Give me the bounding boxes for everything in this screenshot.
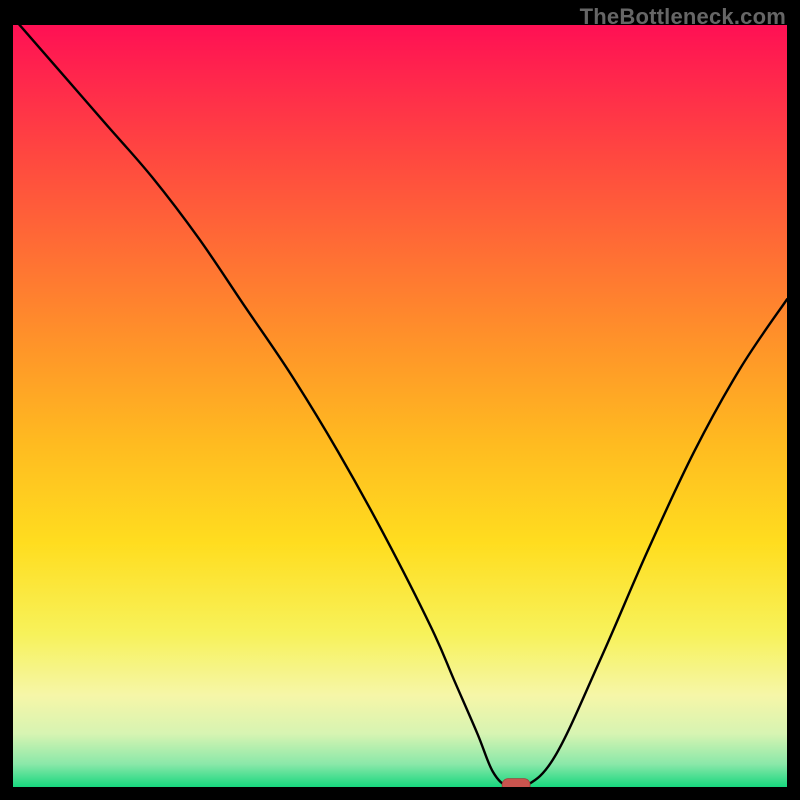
chart-plot [13, 25, 787, 787]
watermark-text: TheBottleneck.com [580, 4, 786, 30]
chart-svg [13, 25, 787, 787]
gradient-rect [13, 25, 787, 787]
minimum-marker [502, 779, 530, 787]
chart-frame [13, 25, 787, 787]
